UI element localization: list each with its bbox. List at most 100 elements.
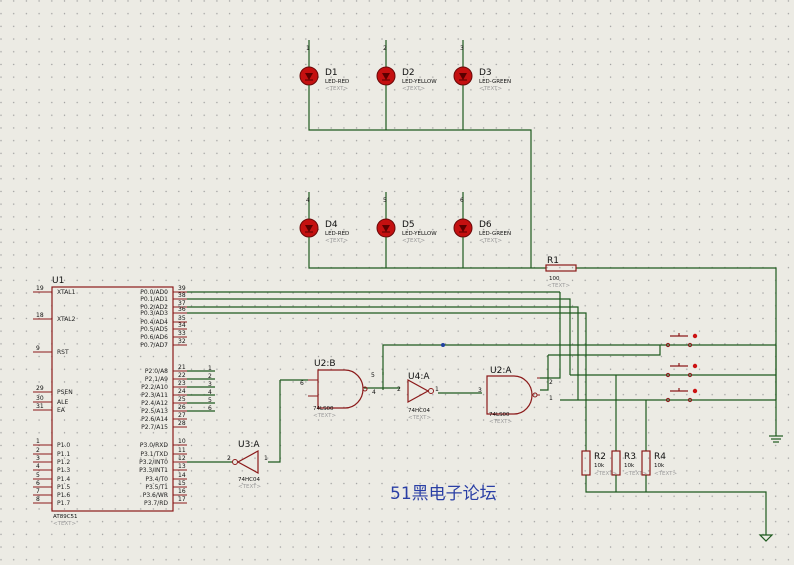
u4a-ref: U4:A — [408, 372, 430, 382]
mcu-pin-name: P2.5/A13 — [141, 408, 168, 415]
mcu-pin-number: 29 — [36, 385, 44, 392]
mcu-text: <TEXT> — [53, 521, 76, 527]
mcu-pin-number: 13 — [178, 463, 186, 470]
mcu-pin-number: 9 — [36, 345, 40, 352]
mcu-pin-name: P1.6 — [57, 492, 70, 499]
mcu-pin-number: 28 — [178, 420, 186, 427]
r1-ref: R1 — [547, 256, 559, 266]
mcu-pin-number: 5 — [36, 472, 40, 479]
led-part: LED-RED — [325, 79, 349, 85]
p2-net-labels: 123456 — [208, 365, 212, 412]
mcu-pin-name: P0.0/AD0 — [140, 289, 168, 296]
mcu-pin-name: P1.3 — [57, 467, 70, 474]
r4-text: <TEXT> — [654, 471, 677, 477]
schematic-canvas: 1D1LED-RED<TEXT>2D2LED-YELLOW<TEXT>3D3LE… — [0, 0, 794, 565]
led-pin-number: 6 — [460, 197, 464, 204]
r1-value: 100 — [549, 276, 560, 282]
led-part: LED-YELLOW — [402, 79, 437, 85]
u4a-pin-out: 1 — [435, 386, 439, 393]
u2b-pin-a: 5 — [371, 372, 375, 379]
mcu-pin-number: 18 — [36, 312, 44, 319]
mcu-pin-name: P0.7/AD7 — [140, 342, 168, 349]
led-part: LED-YELLOW — [402, 231, 437, 237]
mcu-pin-name: P2.2/A10 — [141, 384, 168, 391]
led-part: LED-RED — [325, 231, 349, 237]
u2a-text: <TEXT> — [489, 419, 512, 425]
u2a-ref: U2:A — [490, 366, 512, 376]
mcu-pin-number: 7 — [36, 488, 40, 495]
mcu-pin-number: 16 — [178, 488, 186, 495]
mcu-pin-name: P3.1/TXD — [140, 451, 168, 458]
p2-net-label: 5 — [208, 397, 212, 404]
r1-text: <TEXT> — [547, 283, 570, 289]
mcu-pin-name: P3.3/INT1 — [139, 467, 168, 474]
junction-dot — [441, 343, 445, 347]
mcu-pin-number: 21 — [178, 364, 186, 371]
led-pin-number: 1 — [306, 45, 310, 52]
u4a-pin-in: 2 — [397, 386, 401, 393]
u2b-part: 74LS00 — [313, 406, 334, 412]
mcu-pin-number: 15 — [178, 480, 186, 487]
mcu-pin-name: XTAL1 — [57, 289, 76, 296]
u4a-text: <TEXT> — [408, 415, 431, 421]
mcu-pin-name: P3.5/T1 — [145, 484, 168, 491]
led-pin-number: 4 — [306, 197, 310, 204]
mcu-pin-number: 3 — [36, 455, 40, 462]
mcu-pin-name: P0.3/AD3 — [140, 310, 168, 317]
r3-text: <TEXT> — [624, 471, 647, 477]
led-pin-number: 5 — [383, 197, 387, 204]
led-ref: D1 — [325, 68, 338, 78]
mcu-pin-name: P0.1/AD1 — [140, 296, 168, 303]
u2a-pin-y: 1 — [549, 395, 553, 402]
r4-ref: R4 — [654, 452, 666, 462]
mcu-pin-number: 17 — [178, 496, 186, 503]
r2-ref: R2 — [594, 452, 606, 462]
mcu-pin-number: 27 — [178, 412, 186, 419]
mcu-pin-name: P2.1/A9 — [145, 376, 168, 383]
mcu-pin-number: 2 — [36, 447, 40, 454]
u2b-text: <TEXT> — [313, 413, 336, 419]
led-ref: D6 — [479, 220, 492, 230]
mcu-pin-name: P1.7 — [57, 500, 70, 507]
mcu-pin-name: RST — [57, 349, 69, 356]
mcu-pin-name: P0.4/AD4 — [140, 319, 168, 326]
mcu-pin-number: 30 — [36, 395, 44, 402]
led-ref: D2 — [402, 68, 415, 78]
r2-value: 10k — [594, 463, 605, 469]
p2-net-label: 2 — [208, 373, 212, 380]
mcu-pin-name: P2.3/A11 — [141, 392, 168, 399]
mcu-pin-number: 31 — [36, 403, 44, 410]
mcu-pin-number: 39 — [178, 285, 186, 292]
mcu-pin-name: P3.2/INT0 — [139, 459, 168, 466]
r3-ref: R3 — [624, 452, 636, 462]
u2b-pin-y: 4 — [372, 389, 376, 396]
mcu-pin-number: 25 — [178, 396, 186, 403]
u2b-pin-b: 6 — [300, 380, 304, 387]
mcu-pin-number: 14 — [178, 472, 186, 479]
mcu-pin-number: 35 — [178, 315, 186, 322]
u2b-ref: U2:B — [314, 359, 336, 369]
mcu-pin-number: 34 — [178, 322, 186, 329]
r4-value: 10k — [654, 463, 665, 469]
led-text: <TEXT> — [479, 238, 502, 244]
mcu-pin-name: P2.6/A14 — [141, 416, 168, 423]
mcu-pin-number: 1 — [36, 438, 40, 445]
mcu-pin-name: P3.4/T0 — [145, 476, 168, 483]
mcu-part: AT89C51 — [53, 514, 78, 520]
led-pin-number: 2 — [383, 45, 387, 52]
led-part: LED-GREEN — [479, 231, 511, 237]
mcu-pin-name: P1.5 — [57, 484, 70, 491]
mcu-pin-number: 22 — [178, 372, 186, 379]
mcu-pin-number: 36 — [178, 306, 186, 313]
r3-value: 10k — [624, 463, 635, 469]
u2a-pin-b: 2 — [549, 379, 553, 386]
mcu-ref: U1 — [52, 276, 64, 286]
p2-net-label: 4 — [208, 389, 212, 396]
led-ref: D5 — [402, 220, 415, 230]
led-text: <TEXT> — [325, 86, 348, 92]
led-part: LED-GREEN — [479, 79, 511, 85]
mcu-pin-number: 23 — [178, 380, 186, 387]
mcu-pin-name: P1.0 — [57, 442, 70, 449]
mcu-pin-name: P2.0/A8 — [145, 368, 168, 375]
mcu-pin-number: 33 — [178, 330, 186, 337]
